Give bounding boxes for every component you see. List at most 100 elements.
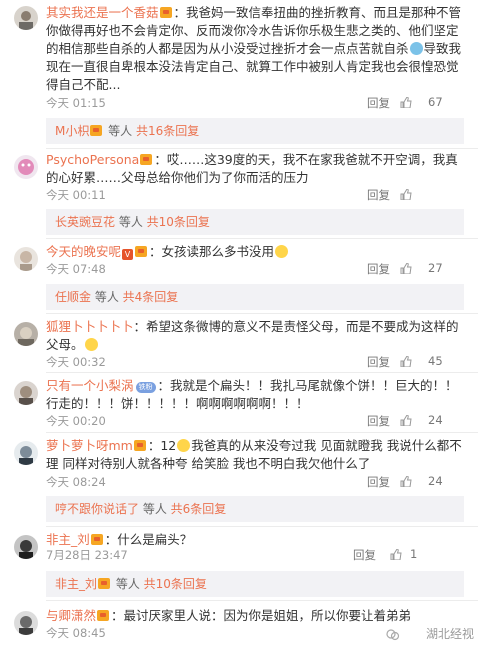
comment-text: 萝卜萝卜呀mm ：12 我爸真的从来没夸过我 见面就瞪我 我说什么都不理 同样对待别… (46, 437, 462, 473)
timestamp: 今天 07:48 (46, 262, 106, 276)
comment-text: 狐狸卜卜卜卜卜：希望这条微博的意义不是责怪父母，而是不要成为这样的父母。 (46, 318, 462, 354)
sub-username[interactable]: 长英豌豆花 (55, 215, 115, 229)
like-count: 1 (410, 547, 418, 561)
level-badge-icon (133, 440, 146, 451)
avatar[interactable] (14, 6, 38, 30)
thumbs-up-icon[interactable] (400, 263, 412, 274)
sub-text: 等人 (139, 502, 171, 516)
avatar[interactable] (14, 381, 38, 405)
timestamp: 今天 08:24 (46, 475, 106, 489)
wechat-logo-icon (386, 629, 400, 641)
comment-item: 只有一个小梨涡 铁粉 ：我就是个扁头！！我扎马尾就像个饼！！巨大的！！行走的！！！饼… (0, 373, 478, 431)
like-count: 24 (428, 474, 443, 488)
like-count: 67 (428, 95, 443, 109)
sub-text: 等人 (115, 215, 147, 229)
username[interactable]: 与卿潇然 (46, 608, 96, 623)
comment-meta: 今天 01:15 回复 67 (46, 95, 464, 111)
sub-reply-bar[interactable]: 任顺金 等人 共4条回复 (46, 284, 464, 310)
thumbs-up-icon[interactable] (400, 356, 412, 367)
like-count: 24 (428, 413, 443, 427)
sub-reply-count[interactable]: 共10条回复 (144, 577, 207, 591)
sub-reply-count[interactable]: 共16条回复 (136, 124, 199, 138)
sub-reply-bar[interactable]: 长英豌豆花 等人 共10条回复 (46, 209, 464, 235)
timestamp: 今天 01:15 (46, 96, 106, 110)
comment-meta: 7月28日 23:47 回复 1 (46, 547, 464, 563)
sub-reply-count[interactable]: 共10条回复 (147, 215, 210, 229)
comment-body: ：最讨厌家里人说：因为你是姐姐，所以你要让着弟弟 (111, 608, 412, 623)
username[interactable]: 狐狸卜卜卜卜卜 (46, 319, 134, 334)
comment-meta: 今天 00:11 回复 (46, 187, 464, 203)
sub-username[interactable]: 任顺金 (55, 290, 91, 304)
timestamp: 今天 00:20 (46, 414, 106, 428)
comment-meta: 今天 08:24 回复 24 (46, 474, 464, 490)
username[interactable]: 只有一个小梨涡 (46, 378, 134, 393)
level-badge-icon (159, 7, 172, 18)
comment-item: 非主_刘 ：什么是扁头？ 7月28日 23:47 回复 1 非主_刘 等人 共10… (0, 527, 478, 597)
level-badge-icon (97, 610, 110, 621)
like-count: 45 (428, 354, 443, 368)
reply-button[interactable]: 回复 (367, 261, 390, 277)
smile-emoji-icon (275, 245, 289, 258)
reply-button[interactable]: 回复 (353, 547, 376, 563)
sub-reply-bar[interactable]: 非主_刘 等人 共10条回复 (46, 571, 464, 597)
comment-meta: 今天 07:48 回复 27 (46, 261, 464, 277)
timestamp: 7月28日 23:47 (46, 548, 128, 562)
sub-text: 等人 (112, 577, 144, 591)
comment-item: PsychoPersona ：哎……这39度的天，我不在家我爸就不开空调，我真的心… (0, 149, 478, 239)
reply-button[interactable]: 回复 (367, 187, 390, 203)
reply-button[interactable]: 回复 (367, 354, 390, 370)
watermark: 湖北经视 (425, 627, 474, 641)
sub-text: 等人 (104, 124, 136, 138)
reply-button[interactable]: 回复 (367, 95, 390, 111)
comment-item: 其实我还是一个香菇 ：我爸妈一致信奉扭曲的挫折教育、而且是那种不管你做得再好也不会… (0, 0, 478, 150)
thumbs-up-icon[interactable] (400, 189, 412, 200)
sub-username[interactable]: 非主_刘 (55, 577, 97, 591)
avatar[interactable] (14, 535, 38, 559)
thumbs-up-icon[interactable] (400, 476, 412, 487)
sub-username[interactable]: M小枳 (55, 124, 89, 138)
comment-body: ：什么是扁头？ (104, 532, 193, 547)
comment-text: 只有一个小梨涡 铁粉 ：我就是个扁头！！我扎马尾就像个饼！！巨大的！！行走的！！！饼… (46, 377, 462, 413)
sub-reply-bar[interactable]: 哼不跟你说话了 等人 共6条回复 (46, 496, 464, 522)
comment-text: 其实我还是一个香菇 ：我爸妈一致信奉扭曲的挫折教育、而且是那种不管你做得再好也不会… (46, 4, 462, 94)
like-count: 27 (428, 261, 443, 275)
avatar[interactable] (14, 247, 38, 271)
thumbs-up-icon[interactable] (400, 415, 412, 426)
reply-button[interactable]: 回复 (367, 474, 390, 490)
level-badge-icon (135, 246, 148, 257)
comment-meta: 今天 00:32 回复 45 (46, 354, 464, 370)
username[interactable]: 其实我还是一个香菇 (46, 5, 159, 20)
timestamp: 今天 00:11 (46, 188, 106, 202)
comment-text: 今天的晚安呢 V ：女孩读那么多书没用 (46, 243, 462, 261)
comment-item: 与卿潇然 ：最讨厌家里人说：因为你是姐姐，所以你要让着弟弟 今天 08:45 (0, 601, 478, 648)
sub-reply-bar[interactable]: M小枳 等人 共16条回复 (46, 118, 464, 144)
verified-v-icon: V (122, 249, 134, 260)
thumbs-up-icon[interactable] (400, 97, 412, 108)
sub-text: 等人 (91, 290, 123, 304)
sub-reply-count[interactable]: 共6条回复 (171, 502, 227, 516)
fan-tag: 铁粉 (135, 382, 156, 393)
username[interactable]: 萝卜萝卜呀mm (46, 438, 133, 453)
level-badge-icon (90, 534, 103, 545)
sub-username[interactable]: 哼不跟你说话了 (55, 502, 139, 516)
avatar[interactable] (14, 441, 38, 465)
comment-body: ：女孩读那么多书没用 (149, 244, 275, 259)
level-badge-icon (90, 125, 103, 136)
timestamp: 今天 00:32 (46, 355, 106, 369)
level-badge-icon (98, 578, 111, 589)
emoji-icon (409, 42, 423, 55)
avatar[interactable] (14, 611, 38, 635)
comment-text: PsychoPersona ：哎……这39度的天，我不在家我爸就不开空调，我真的心… (46, 151, 462, 187)
username[interactable]: 今天的晚安呢 (46, 244, 121, 259)
sub-reply-count[interactable]: 共4条回复 (123, 290, 179, 304)
avatar[interactable] (14, 322, 38, 346)
thumbs-up-icon[interactable] (390, 549, 402, 560)
username[interactable]: PsychoPersona (46, 152, 139, 167)
comment-meta: 今天 08:45 (46, 625, 464, 641)
timestamp: 今天 08:45 (46, 626, 106, 640)
emoji-icon (177, 439, 191, 452)
comment-body: ：12 (147, 438, 177, 453)
reply-button[interactable]: 回复 (367, 413, 390, 429)
avatar[interactable] (14, 155, 38, 179)
username[interactable]: 非主_刘 (46, 532, 90, 547)
